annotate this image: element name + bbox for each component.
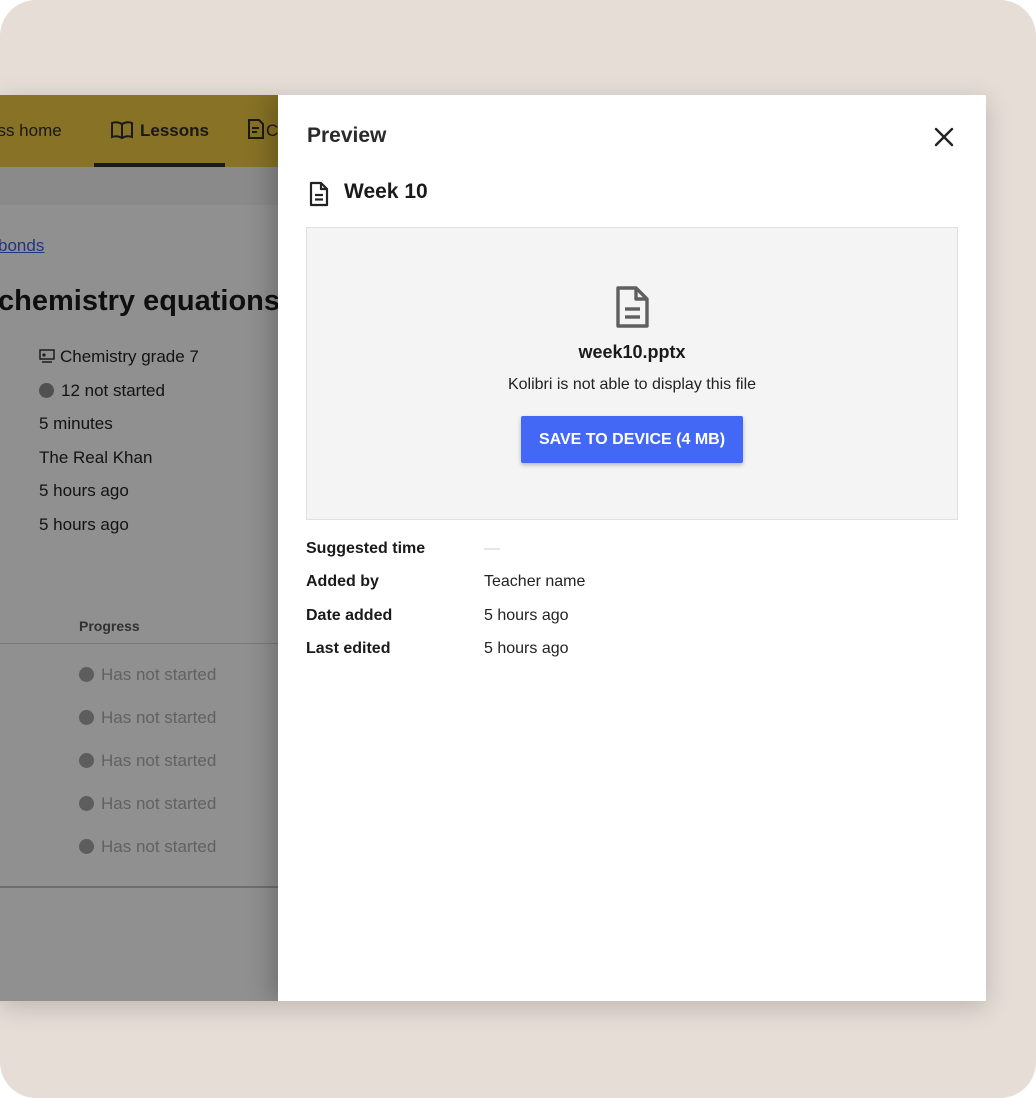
app-window: ass home Lessons C	[0, 95, 986, 1001]
detail-value: 5 hours ago	[484, 640, 569, 657]
file-preview-area: week10.pptx Kolibri is not able to displ…	[306, 227, 958, 520]
file-name: week10.pptx	[578, 342, 686, 362]
detail-row-date-added: Date added 5 hours ago	[306, 607, 956, 631]
save-to-device-button[interactable]: SAVE TO DEVICE (4 MB)	[521, 416, 743, 463]
detail-label: Date added	[306, 607, 393, 624]
window-frame: ass home Lessons C	[0, 0, 1036, 1098]
detail-label: Added by	[306, 573, 379, 590]
close-button[interactable]	[930, 123, 958, 151]
file-icon	[616, 286, 649, 328]
detail-value: —	[484, 540, 500, 557]
detail-row-suggested-time: Suggested time —	[306, 540, 956, 564]
unsupported-file-message: Kolibri is not able to display this file	[507, 376, 757, 393]
detail-value: Teacher name	[484, 573, 586, 590]
detail-label: Suggested time	[306, 540, 426, 557]
detail-label: Last edited	[306, 640, 391, 657]
panel-title: Preview	[307, 124, 387, 147]
detail-row-added-by: Added by Teacher name	[306, 573, 956, 597]
file-icon-wrapper	[614, 286, 650, 333]
close-icon	[934, 127, 954, 147]
document-icon	[309, 181, 329, 207]
preview-side-panel: Preview Week 10 week10.pptx Kolibri is n…	[278, 95, 986, 1001]
detail-row-last-edited: Last edited 5 hours ago	[306, 640, 956, 664]
detail-value: 5 hours ago	[484, 607, 569, 624]
resource-title: Week 10	[344, 180, 428, 203]
